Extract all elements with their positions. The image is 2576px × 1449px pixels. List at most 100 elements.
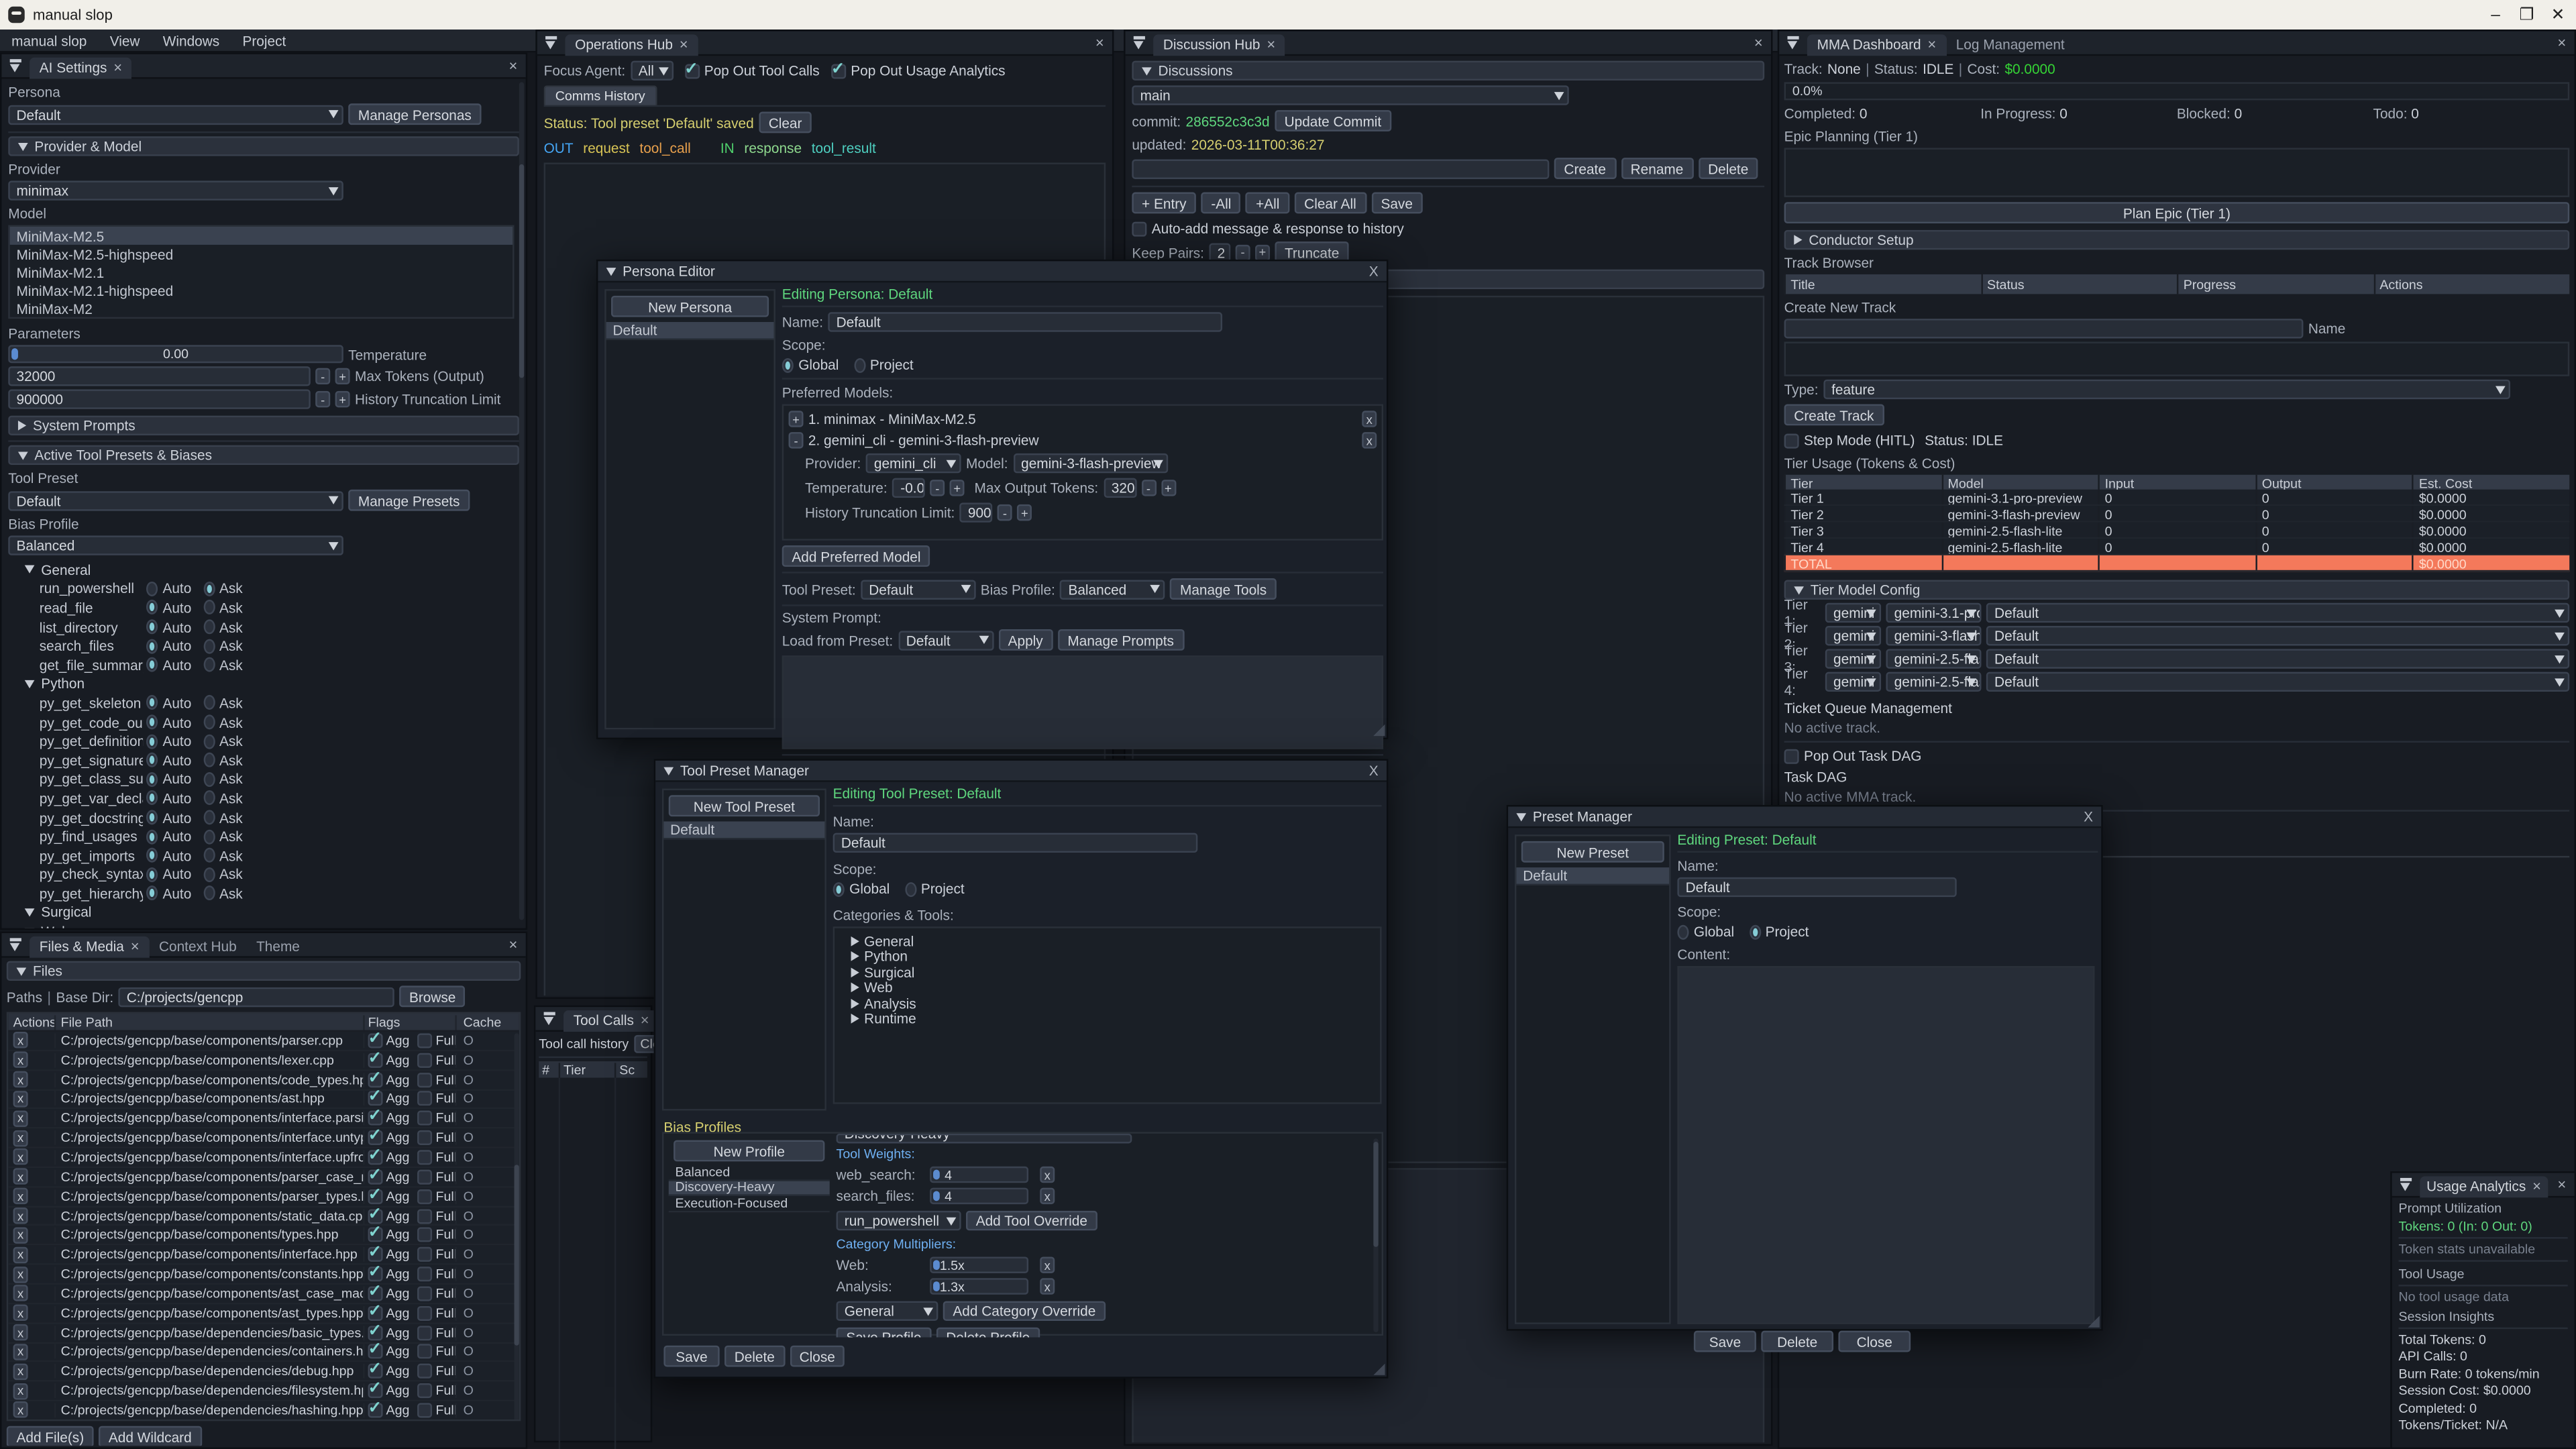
tab-close-icon[interactable]: × [131,938,140,954]
remove-file-button[interactable]: x [13,1110,28,1126]
tab-close-icon[interactable]: × [1927,36,1936,52]
decrement-button[interactable]: - [1141,480,1156,496]
tab-close-icon[interactable]: × [680,36,688,52]
provider-select[interactable]: minimax [8,180,343,200]
multiplier-slider[interactable]: 1.5x [930,1256,1028,1273]
remove-file-button[interactable]: x [13,1266,28,1282]
tier-model-select[interactable]: gemini-3-flash-p [1886,626,1981,645]
full-checkbox[interactable] [418,1130,433,1145]
agg-checkbox[interactable] [368,1228,383,1242]
menu-item[interactable]: Project [231,32,297,48]
ask-radio[interactable] [203,696,214,710]
bias-profile-list-item[interactable]: Balanced [669,1165,830,1180]
auto-radio[interactable] [146,619,158,634]
preset-name-input[interactable]: Default [1677,877,1956,897]
tier-model-select[interactable]: gemini-3.1-pro-p [1886,603,1981,623]
weight-slider[interactable]: 4 [930,1167,1028,1183]
panel-menu-icon[interactable] [8,937,23,952]
remove-override-button[interactable]: x [1040,1167,1055,1183]
remove-model-button[interactable]: x [1362,411,1377,427]
tab-close-icon[interactable]: × [1267,36,1275,52]
bias-profile-list-item[interactable]: Discovery-Heavy [669,1181,830,1196]
ask-radio[interactable] [203,714,214,729]
pm-history-limit-input[interactable]: 900000 [960,502,993,522]
delete-button[interactable]: Delete [1761,1331,1833,1352]
ask-radio[interactable] [203,619,214,634]
model-list-item[interactable]: MiniMax-M2 [10,299,513,317]
preset-content-textarea[interactable] [1677,966,2094,1324]
full-checkbox[interactable] [418,1091,433,1106]
category-row[interactable]: Python [851,949,1381,964]
save-button[interactable]: Save [1694,1331,1756,1352]
history-action-button[interactable]: + Entry [1132,193,1196,214]
remove-file-button[interactable]: x [13,1227,28,1243]
ask-radio[interactable] [203,600,214,615]
remove-file-button[interactable]: x [13,1130,28,1146]
plan-epic-button[interactable]: Plan Epic (Tier 1) [1784,202,2570,223]
decrement-button[interactable]: - [930,480,945,496]
tier-preset-select[interactable]: Default [1986,649,2569,668]
tab-usage-analytics[interactable]: Usage Analytics × [2420,1175,2547,1197]
files-section[interactable]: Files [7,961,521,981]
pe-bias-select[interactable]: Balanced [1060,579,1165,598]
agg-checkbox[interactable] [368,1383,383,1398]
remove-file-button[interactable]: x [13,1402,28,1418]
decrement-button[interactable]: - [998,504,1012,521]
agg-checkbox[interactable] [368,1286,383,1301]
close-icon[interactable]: ✕ [2550,6,2566,24]
full-checkbox[interactable] [418,1325,433,1340]
tier-provider-select[interactable]: gemini [1825,603,1881,623]
increment-button[interactable]: + [1017,504,1032,521]
ask-radio[interactable] [203,829,214,844]
save-profile-button[interactable]: Save Profile [837,1328,932,1338]
save-button[interactable]: Save [663,1346,719,1367]
pe-tool-preset-select[interactable]: Default [861,579,975,598]
increment-button[interactable]: + [1255,244,1270,260]
new-tool-preset-button[interactable]: New Tool Preset [669,795,820,816]
multiplier-slider[interactable]: 1.3x [930,1278,1028,1294]
pm-temperature-input[interactable]: -0.0 [892,478,925,498]
auto-radio[interactable] [146,886,158,901]
tab-close-icon[interactable]: × [641,1012,649,1028]
increment-button[interactable]: + [950,480,965,496]
agg-checkbox[interactable] [368,1072,383,1087]
full-checkbox[interactable] [418,1364,433,1379]
auto-radio[interactable] [146,639,158,653]
full-checkbox[interactable] [418,1208,433,1223]
panel-close-icon[interactable]: × [509,936,518,953]
conductor-setup-section[interactable]: Conductor Setup [1784,230,2570,250]
remove-override-button[interactable]: x [1040,1256,1055,1273]
remove-file-button[interactable]: x [13,1324,28,1340]
increment-button[interactable]: + [335,368,350,384]
full-checkbox[interactable] [418,1267,433,1281]
agg-checkbox[interactable] [368,1267,383,1281]
epic-planning-textarea[interactable] [1784,148,2570,197]
agg-checkbox[interactable] [368,1208,383,1223]
full-checkbox[interactable] [418,1053,433,1067]
category-row[interactable]: Surgical [851,965,1381,980]
max-tokens-input[interactable]: 32000 [8,366,311,386]
panel-close-icon[interactable]: × [2557,1176,2566,1192]
add-category-override-button[interactable]: Add Category Override [943,1301,1106,1321]
full-checkbox[interactable] [418,1169,433,1184]
full-checkbox[interactable] [418,1072,433,1087]
model-list-item[interactable]: MiniMax-M2.5-highspeed [10,245,513,263]
remove-file-button[interactable]: x [13,1188,28,1204]
load-preset-select[interactable]: Default [898,630,994,649]
tab-theme[interactable]: Theme [246,936,309,957]
manage-tools-button[interactable]: Manage Tools [1170,578,1277,600]
add-tool-override-button[interactable]: Add Tool Override [966,1211,1097,1230]
remove-file-button[interactable]: x [13,1032,28,1049]
category-override-select[interactable]: General [837,1301,938,1321]
auto-radio[interactable] [146,657,158,672]
auto-add-checkbox[interactable] [1132,221,1146,235]
remove-override-button[interactable]: x [1040,1278,1055,1294]
tier-preset-select[interactable]: Default [1986,626,2569,645]
active-tools-section[interactable]: Active Tool Presets & Biases [8,445,519,465]
remove-file-button[interactable]: x [13,1285,28,1301]
track-name-input[interactable] [1784,319,2304,338]
weight-slider[interactable]: 4 [930,1188,1028,1204]
full-checkbox[interactable] [418,1247,433,1262]
remove-file-button[interactable]: x [13,1052,28,1068]
panel-close-icon[interactable]: × [509,58,518,74]
